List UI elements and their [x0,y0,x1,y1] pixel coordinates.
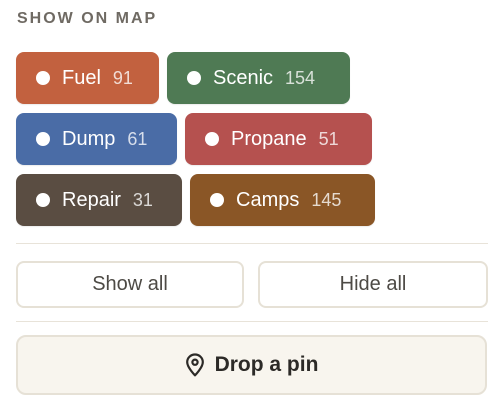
chip-repair[interactable]: Repair 31 [16,174,182,226]
dot-icon [187,71,201,85]
dot-icon [210,193,224,207]
drop-pin-label: Drop a pin [214,353,319,376]
drop-pin-button[interactable]: Drop a pin [16,335,487,395]
chip-propane[interactable]: Propane 51 [185,113,372,165]
chip-fuel[interactable]: Fuel 91 [16,52,159,104]
chip-label: Dump [62,127,116,150]
dot-icon [36,71,50,85]
chip-label: Propane [231,127,307,150]
map-pin-icon [185,353,205,377]
chip-count: 145 [311,189,342,210]
dot-icon [205,132,219,146]
chip-count: 154 [285,67,316,88]
divider [16,243,488,244]
map-filter-panel: SHOW ON MAP Fuel 91 Scenic 154 Dump 61 P… [0,0,500,404]
chip-scenic[interactable]: Scenic 154 [167,52,350,104]
chip-label: Scenic [213,66,274,89]
chip-count: 61 [127,128,148,149]
chip-label: Fuel [62,66,101,89]
dot-icon [36,132,50,146]
chip-label: Repair [62,188,121,211]
chip-count: 91 [112,67,133,88]
divider [16,321,488,322]
chip-count: 31 [132,189,153,210]
show-all-button[interactable]: Show all [16,261,244,308]
chip-label: Camps [236,188,300,211]
dot-icon [36,193,50,207]
panel-heading: SHOW ON MAP [17,10,158,27]
hide-all-button[interactable]: Hide all [258,261,488,308]
chip-count: 51 [318,128,339,149]
chip-dump[interactable]: Dump 61 [16,113,177,165]
chip-camps[interactable]: Camps 145 [190,174,375,226]
